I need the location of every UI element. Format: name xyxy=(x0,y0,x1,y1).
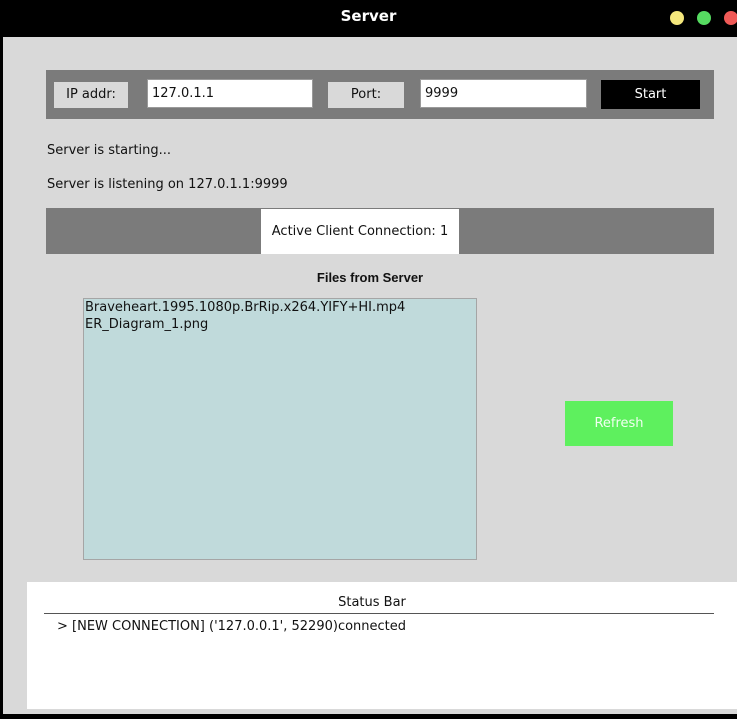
list-item[interactable]: Braveheart.1995.1080p.BrRip.x264.YIFY+HI… xyxy=(85,299,475,316)
maximize-button[interactable] xyxy=(697,11,711,25)
server-window: Server IP addr: Port: Start Server is st… xyxy=(0,0,737,719)
files-title: Files from Server xyxy=(316,270,424,285)
server-message: Server is starting... xyxy=(47,143,172,158)
start-button[interactable]: Start xyxy=(601,80,700,109)
status-bar-divider xyxy=(44,613,714,614)
ip-label: IP addr: xyxy=(54,82,128,108)
title-bar[interactable]: Server xyxy=(0,0,737,37)
close-button[interactable] xyxy=(724,11,737,25)
window-title: Server xyxy=(340,7,397,25)
connection-bar: Active Client Connection: 1 xyxy=(46,208,714,254)
status-line: > [NEW CONNECTION] ('127.0.0.1', 52290)c… xyxy=(57,619,407,634)
port-label: Port: xyxy=(328,82,404,108)
client-area: IP addr: Port: Start Server is starting.… xyxy=(3,37,737,714)
connection-form: IP addr: Port: Start xyxy=(46,70,714,119)
ip-input[interactable] xyxy=(147,79,313,108)
server-message: Server is listening on 127.0.1.1:9999 xyxy=(47,177,288,192)
status-bar-title: Status Bar xyxy=(338,595,406,610)
status-bar: Status Bar > [NEW CONNECTION] ('127.0.0.… xyxy=(27,582,737,709)
file-list[interactable]: Braveheart.1995.1080p.BrRip.x264.YIFY+HI… xyxy=(83,298,477,560)
active-connections-label: Active Client Connection: 1 xyxy=(261,209,459,254)
minimize-button[interactable] xyxy=(670,11,684,25)
refresh-button[interactable]: Refresh xyxy=(565,401,673,446)
list-item[interactable]: ER_Diagram_1.png xyxy=(85,316,475,333)
port-input[interactable] xyxy=(420,79,587,108)
